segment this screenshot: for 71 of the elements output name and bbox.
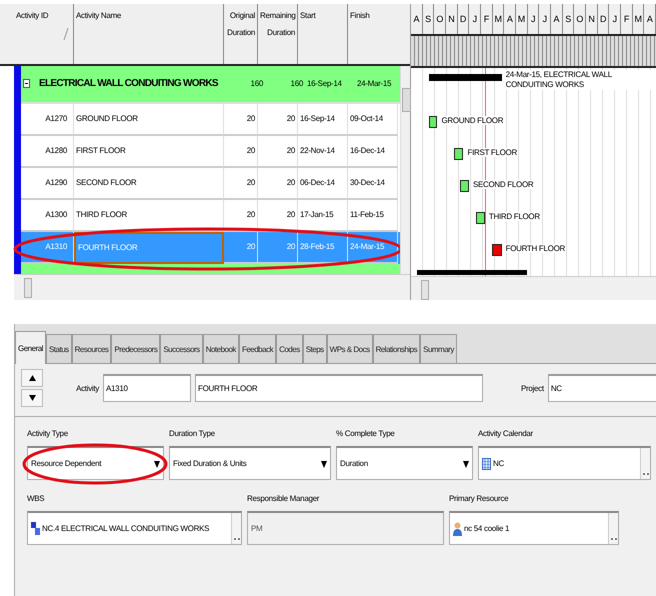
column-header[interactable]: Activity Name — [74, 4, 224, 64]
activity-bar[interactable] — [476, 212, 485, 224]
tab[interactable]: Notebook — [202, 334, 239, 363]
wbs-field[interactable]: NC.4 ELECTRICAL WALL CONDUITING WORKS — [27, 511, 242, 545]
column-header[interactable]: Finish — [348, 4, 400, 64]
activity-row[interactable]: A1280 FIRST FLOOR 20 20 22-Nov-14 16-Dec-14 — [14, 136, 400, 168]
field-label: Activity Calendar — [478, 429, 534, 438]
field-label: Primary Resource — [449, 494, 510, 503]
activity-bar[interactable] — [454, 148, 464, 160]
dropdown[interactable]: Fixed Duration & Units — [169, 446, 331, 480]
table-cell-text: 16-Sep-14 — [306, 79, 343, 88]
tab[interactable]: Successors — [160, 334, 203, 363]
column-header[interactable]: Remaining Duration — [258, 4, 298, 64]
bar-label: FIRST FLOOR — [468, 148, 517, 157]
bar-label: GROUND FLOOR — [441, 116, 504, 125]
tab[interactable]: Steps — [302, 334, 327, 363]
field-label: Responsible Manager — [247, 494, 320, 503]
column-header[interactable]: Start — [298, 4, 348, 64]
previous-button[interactable] — [21, 369, 43, 387]
tab[interactable]: Codes — [276, 334, 303, 363]
dropdown[interactable]: Duration — [336, 446, 473, 480]
down-arrow-icon — [28, 395, 36, 401]
activity-bar[interactable] — [492, 244, 502, 256]
field-label: Activity Type — [27, 429, 69, 438]
field-label: WBS — [27, 494, 46, 503]
person-icon — [453, 522, 462, 536]
calendar-icon — [482, 458, 491, 470]
bar-label: 24-Mar-15, ELECTRICAL WALL CONDUITING WORKS — [506, 70, 654, 90]
activity-row[interactable]: A1300 THIRD FLOOR 20 20 17-Jan-15 11-Feb-15 — [14, 200, 400, 232]
field-label: Project — [521, 384, 544, 392]
activity-row[interactable]: A1290 SECOND FLOOR 20 20 06-Dec-14 30-Dec-14 — [14, 168, 400, 200]
tab[interactable]: Resources — [72, 334, 112, 363]
bar-label: THIRD FLOOR — [488, 212, 540, 221]
sort-indicator-icon — [63, 28, 69, 40]
vertical-scrollbar[interactable] — [400, 66, 410, 274]
manager-field[interactable]: PM — [247, 511, 444, 545]
column-header[interactable]: Activity ID — [14, 4, 74, 64]
resource-field[interactable]: nc 54 coolie 1 — [449, 511, 619, 545]
caret-icon — [154, 458, 160, 468]
activity-row[interactable]: A1270 GROUND FLOOR 20 20 16-Sep-14 09-Oct-14 — [14, 104, 400, 136]
activity-bar[interactable] — [428, 116, 438, 128]
table-cell-text: 160 — [290, 79, 304, 88]
wbs-icon — [31, 522, 40, 535]
tab[interactable]: Status — [46, 334, 72, 363]
project-field[interactable]: NC — [548, 374, 656, 402]
caret-icon — [463, 458, 469, 468]
table-cell-text: 160 — [250, 79, 264, 88]
horizontal-scrollbar[interactable] — [411, 276, 656, 300]
group-name: ELECTRICAL WALL CONDUITING WORKS — [38, 78, 220, 90]
tab[interactable]: WPs & Docs — [326, 334, 373, 363]
bar-label: FOURTH FLOOR — [506, 244, 565, 253]
column-header[interactable]: Original Duration — [224, 4, 258, 64]
tab[interactable]: Feedback — [238, 334, 276, 363]
activity-id-field[interactable]: A1310 — [103, 374, 191, 402]
caret-icon — [321, 458, 327, 468]
table-cell: THIRD FLOOR — [74, 200, 224, 232]
field-label: % Complete Type — [336, 429, 396, 438]
table-cell-text: 24-Mar-15 — [356, 79, 392, 88]
activity-bar[interactable] — [460, 180, 469, 192]
activity-name-field[interactable]: FOURTH FLOOR — [195, 374, 483, 402]
calendar-field[interactable]: NC — [478, 446, 651, 480]
next-button[interactable] — [21, 389, 43, 407]
field-label: Activity — [75, 384, 99, 392]
bar-label: SECOND FLOOR — [472, 180, 534, 189]
tab[interactable]: Summary — [420, 334, 457, 363]
field-label: Duration Type — [169, 429, 216, 438]
tab[interactable]: General — [15, 331, 46, 364]
tab[interactable]: Predecessors — [111, 334, 160, 363]
horizontal-scrollbar[interactable] — [14, 274, 410, 300]
tab[interactable]: Relationships — [372, 334, 420, 363]
up-arrow-icon — [28, 375, 36, 381]
